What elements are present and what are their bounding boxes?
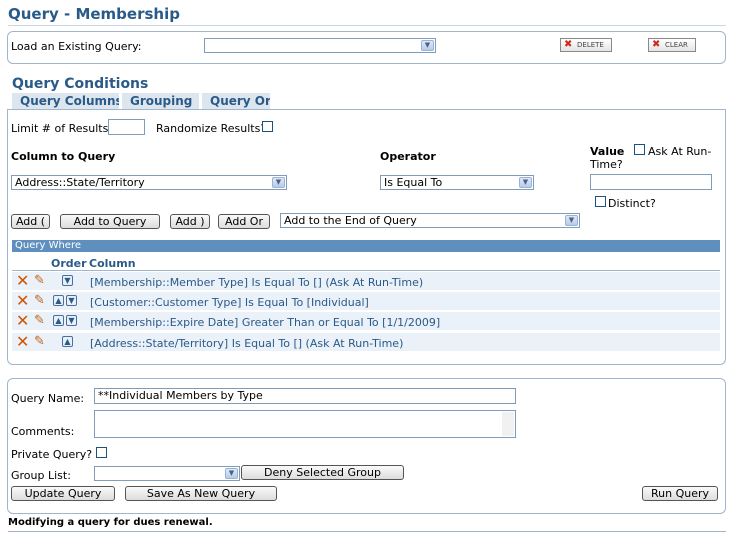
group-list-select[interactable]: ▼ (94, 466, 240, 481)
load-query-label: Load an Existing Query: (11, 40, 142, 53)
private-query-label: Private Query? (11, 448, 93, 461)
move-down-icon[interactable]: ▼ (66, 315, 77, 326)
add-or-button[interactable]: Add Or (218, 214, 270, 229)
operator-select[interactable]: Is Equal To ▼ (380, 175, 534, 190)
load-query-panel: Load an Existing Query: ▼ ✖ DELETE ✖ CLE… (7, 31, 726, 64)
comments-label: Comments: (11, 425, 75, 438)
column-column-header: Column (89, 257, 136, 270)
table-row: ✕ ✎ ▼ [Membership::Member Type] Is Equal… (12, 272, 720, 291)
tab-query-order[interactable]: Query Ord (202, 93, 270, 109)
delete-x-icon[interactable]: ✕ (16, 293, 29, 309)
page-title: Query - Membership (8, 5, 180, 23)
distinct-label: Distinct? (608, 197, 656, 210)
edit-pencil-icon[interactable]: ✎ (34, 313, 45, 329)
update-query-button[interactable]: Update Query (11, 486, 115, 501)
query-name-input[interactable]: **Individual Members by Type (94, 388, 516, 404)
table-header-divider (12, 270, 720, 271)
move-down-icon[interactable]: ▼ (62, 275, 73, 286)
dropdown-arrow-icon: ▼ (519, 177, 532, 188)
column-to-query-header: Column to Query (11, 150, 116, 163)
query-where-row-text[interactable]: [Address::State/Territory] Is Equal To [… (90, 337, 403, 350)
ask-runtime-label-2: Time? (590, 158, 623, 171)
ask-runtime-checkbox[interactable] (634, 144, 645, 155)
query-conditions-title: Query Conditions (12, 76, 149, 92)
deny-selected-group-button[interactable]: Deny Selected Group (241, 465, 404, 480)
load-query-select[interactable]: ▼ (204, 38, 436, 53)
position-select[interactable]: Add to the End of Query ▼ (280, 213, 580, 228)
move-down-icon[interactable]: ▼ (66, 295, 77, 306)
column-select[interactable]: Address::State/Territory ▼ (11, 175, 287, 190)
value-header: Value (590, 145, 625, 158)
save-query-panel: Query Name: **Individual Members by Type… (7, 378, 726, 514)
ask-runtime-label: Ask At Run- (648, 145, 712, 158)
delete-icon: ✖ (564, 39, 573, 50)
table-row: ✕ ✎ ▲ ▼ [Customer::Customer Type] Is Equ… (12, 292, 720, 311)
table-row: ✕ ✎ ▲ ▼ [Membership::Expire Date] Greate… (12, 312, 720, 331)
edit-pencil-icon[interactable]: ✎ (34, 273, 45, 289)
edit-pencil-icon[interactable]: ✎ (34, 293, 45, 309)
clear-button-label: CLEAR (665, 41, 688, 49)
tab-grouping[interactable]: Grouping (122, 93, 199, 109)
randomize-checkbox[interactable] (262, 121, 273, 132)
private-query-checkbox[interactable] (96, 447, 107, 458)
edit-pencil-icon[interactable]: ✎ (34, 334, 45, 350)
value-input[interactable] (590, 174, 712, 190)
clear-button[interactable]: ✖ CLEAR (648, 38, 696, 52)
delete-button-label: DELETE (577, 41, 604, 49)
status-caption: Modifying a query for dues renewal. (8, 517, 213, 528)
query-where-row-text[interactable]: [Membership::Expire Date] Greater Than o… (90, 316, 440, 329)
add-open-paren-button[interactable]: Add ( (11, 214, 50, 229)
operator-header: Operator (380, 150, 436, 163)
table-row: ✕ ✎ ▲ [Address::State/Territory] Is Equa… (12, 333, 720, 352)
run-query-button[interactable]: Run Query (642, 486, 718, 501)
add-close-paren-button[interactable]: Add ) (170, 214, 210, 229)
query-where-row-text[interactable]: [Customer::Customer Type] Is Equal To [I… (90, 296, 369, 309)
limit-input[interactable] (108, 119, 145, 135)
move-up-icon[interactable]: ▲ (53, 315, 64, 326)
clear-icon: ✖ (652, 39, 661, 50)
position-select-value: Add to the End of Query (284, 214, 417, 227)
query-where-row-text[interactable]: [Membership::Member Type] Is Equal To []… (90, 276, 423, 289)
comments-scrollbar[interactable] (502, 412, 514, 436)
save-as-new-query-button[interactable]: Save As New Query (125, 486, 277, 501)
move-up-icon[interactable]: ▲ (62, 336, 73, 347)
dropdown-arrow-icon: ▼ (565, 215, 578, 226)
footer-divider (8, 531, 726, 532)
delete-x-icon[interactable]: ✕ (16, 273, 29, 289)
dropdown-arrow-icon: ▼ (421, 40, 434, 51)
add-to-query-button[interactable]: Add to Query (60, 214, 160, 229)
delete-button[interactable]: ✖ DELETE (560, 38, 612, 52)
move-up-icon[interactable]: ▲ (53, 295, 64, 306)
distinct-checkbox[interactable] (595, 196, 606, 207)
order-column-header: Order (51, 257, 87, 270)
tab-query-columns[interactable]: Query Columns (12, 93, 119, 109)
dropdown-arrow-icon: ▼ (225, 468, 238, 479)
query-where-header: Query Where (12, 240, 720, 252)
dropdown-arrow-icon: ▼ (272, 177, 285, 188)
title-divider (8, 25, 726, 26)
delete-x-icon[interactable]: ✕ (16, 313, 29, 329)
group-list-label: Group List: (11, 469, 71, 482)
limit-label: Limit # of Results: (11, 122, 113, 135)
query-name-label: Query Name: (11, 392, 85, 405)
randomize-label: Randomize Results? (156, 122, 267, 135)
operator-select-value: Is Equal To (384, 176, 443, 189)
delete-x-icon[interactable]: ✕ (16, 334, 29, 350)
comments-textarea[interactable] (94, 410, 516, 438)
column-select-value: Address::State/Territory (15, 176, 145, 189)
